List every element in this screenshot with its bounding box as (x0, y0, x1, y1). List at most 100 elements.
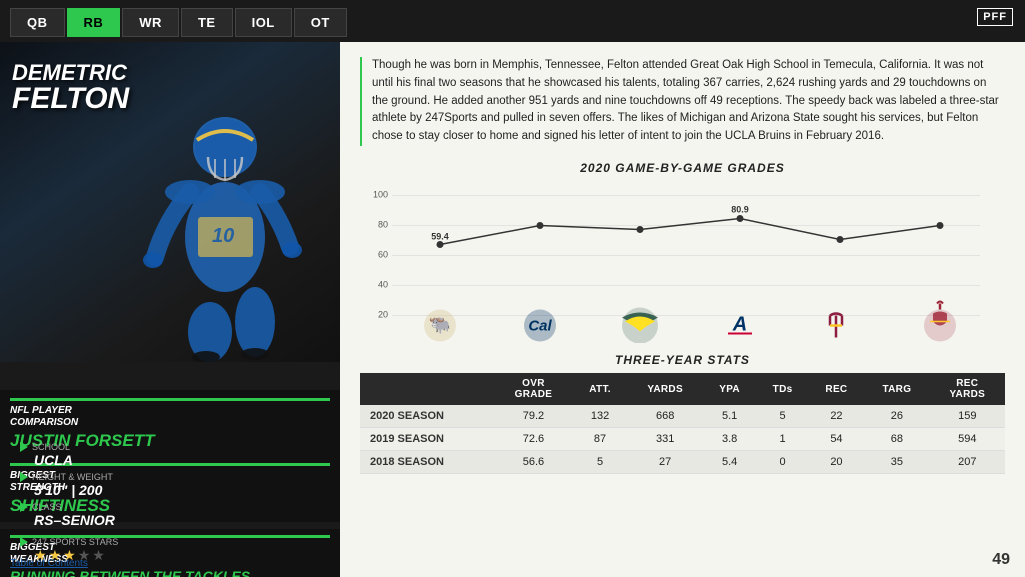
chart-point-1 (437, 241, 444, 248)
table-row: 2019 SEASON72.6873313.815468594 (360, 428, 1005, 451)
stars-rating: ★ ★ ★ ★ ★ (20, 547, 118, 564)
svg-text:60: 60 (378, 250, 388, 260)
col-header-ovr: OVRGRADE (494, 373, 572, 405)
chart-line (440, 219, 940, 245)
chart-point-4 (737, 215, 744, 222)
height-weight-info: Height & Weight 5'10" | 200 (20, 472, 113, 498)
star-1: ★ (34, 547, 47, 564)
cell-rec_yards-0: 159 (930, 405, 1005, 428)
col-header-season (360, 373, 494, 405)
cell-yards-1: 331 (627, 428, 702, 451)
green-divider-bar (10, 398, 330, 401)
svg-text:🐃: 🐃 (429, 315, 451, 335)
cell-season-0: 2020 SEASON (360, 405, 494, 428)
team-logo-asu (830, 314, 842, 338)
player-last-name: FELTON (12, 84, 129, 114)
stars-arrow-icon (20, 537, 28, 547)
cell-tds-2: 0 (756, 451, 808, 474)
player-figure-svg: 10 (110, 62, 340, 362)
cell-ovr_grade-0: 79.2 (494, 405, 572, 428)
col-header-ypa: YPA (703, 373, 757, 405)
cell-yards-2: 27 (627, 451, 702, 474)
svg-text:Cal: Cal (528, 318, 552, 335)
cell-att-1: 87 (573, 428, 628, 451)
stats-section: THREE-YEAR STATS OVRGRADE ATT. YARDS YPA… (360, 353, 1005, 474)
chart-container: 100 80 60 40 20 (360, 183, 1005, 343)
tab-te[interactable]: TE (181, 8, 233, 37)
col-header-rec: REC (809, 373, 865, 405)
chart-point-5 (837, 236, 844, 243)
cell-yards-0: 668 (627, 405, 702, 428)
cell-tds-0: 5 (756, 405, 808, 428)
pff-logo: PFF (977, 8, 1013, 26)
col-header-yards: YARDS (627, 373, 702, 405)
team-logo-colorado: 🐃 (424, 310, 456, 342)
cell-ovr_grade-1: 72.6 (494, 428, 572, 451)
class-label: Class (20, 502, 115, 512)
star-3: ★ (63, 547, 76, 564)
chart-label-1: 59.4 (431, 232, 449, 242)
left-panel: DEMETRIC FELTON (0, 42, 340, 577)
player-first-name: DEMETRIC (12, 62, 129, 84)
weakness-value: RUNNING BETWEEN THE TACKLES (10, 568, 330, 577)
stats-title: THREE-YEAR STATS (360, 353, 1005, 367)
cell-rec_yards-2: 207 (930, 451, 1005, 474)
cell-rec-1: 54 (809, 428, 865, 451)
chart-label-4: 80.9 (731, 205, 749, 215)
cell-targ-2: 35 (864, 451, 929, 474)
cell-ypa-0: 5.1 (703, 405, 757, 428)
team-logo-oregon (622, 308, 658, 344)
height-weight-value: 5'10" | 200 (20, 482, 113, 498)
stats-table: OVRGRADE ATT. YARDS YPA TDs REC TARG REC… (360, 373, 1005, 474)
tab-iol[interactable]: IOL (235, 8, 292, 37)
cell-ypa-1: 3.8 (703, 428, 757, 451)
tab-ot[interactable]: OT (294, 8, 347, 37)
bio-text: Though he was born in Memphis, Tennessee… (360, 57, 1005, 146)
svg-text:100: 100 (373, 190, 388, 200)
tab-wr[interactable]: WR (122, 8, 179, 37)
height-weight-label: Height & Weight (20, 472, 113, 482)
header-tabs: QB RB WR TE IOL OT (0, 0, 357, 37)
svg-text:10: 10 (212, 225, 234, 247)
cell-rec-0: 22 (809, 405, 865, 428)
school-value: UCLA (20, 452, 73, 468)
cell-rec-2: 20 (809, 451, 865, 474)
chart-section: 2020 GAME-BY-GAME GRADES 100 80 60 40 20 (360, 161, 1005, 343)
cell-att-2: 5 (573, 451, 628, 474)
class-value: RS–SENIOR (20, 512, 115, 528)
cell-targ-1: 68 (864, 428, 929, 451)
table-header-row: OVRGRADE ATT. YARDS YPA TDs REC TARG REC… (360, 373, 1005, 405)
class-arrow-icon (20, 502, 28, 512)
cell-ypa-2: 5.4 (703, 451, 757, 474)
tab-qb[interactable]: QB (10, 8, 65, 37)
svg-text:A: A (732, 314, 747, 336)
cell-att-0: 132 (573, 405, 628, 428)
stars-info: 247 Sports Stars ★ ★ ★ ★ ★ (20, 537, 118, 564)
game-grades-chart: 100 80 60 40 20 (360, 183, 1005, 343)
svg-text:20: 20 (378, 310, 388, 320)
svg-text:40: 40 (378, 280, 388, 290)
chart-title: 2020 GAME-BY-GAME GRADES (360, 161, 1005, 175)
player-image-area: DEMETRIC FELTON (0, 42, 340, 362)
col-header-targ: TARG (864, 373, 929, 405)
nfl-comparison-label: NFL PLAYERCOMPARISON (10, 405, 330, 429)
col-header-att: ATT. (573, 373, 628, 405)
star-4: ★ (78, 547, 91, 564)
table-row: 2020 SEASON79.21326685.152226159 (360, 405, 1005, 428)
tab-rb[interactable]: RB (67, 8, 121, 37)
school-label: School (20, 442, 73, 452)
player-name-overlay: DEMETRIC FELTON (12, 62, 129, 114)
right-panel: Though he was born in Memphis, Tennessee… (340, 42, 1025, 577)
team-logo-usc (924, 302, 956, 342)
cell-rec_yards-1: 594 (930, 428, 1005, 451)
svg-text:80: 80 (378, 220, 388, 230)
hw-arrow-icon (20, 472, 28, 482)
table-row: 2018 SEASON56.65275.402035207 (360, 451, 1005, 474)
school-arrow-icon (20, 442, 28, 452)
col-header-rec-yards: RECYARDS (930, 373, 1005, 405)
school-info: School UCLA (20, 442, 73, 468)
star-2: ★ (49, 547, 62, 564)
col-header-tds: TDs (756, 373, 808, 405)
page-number: 49 (992, 551, 1010, 569)
team-logo-cal: Cal (524, 310, 556, 342)
